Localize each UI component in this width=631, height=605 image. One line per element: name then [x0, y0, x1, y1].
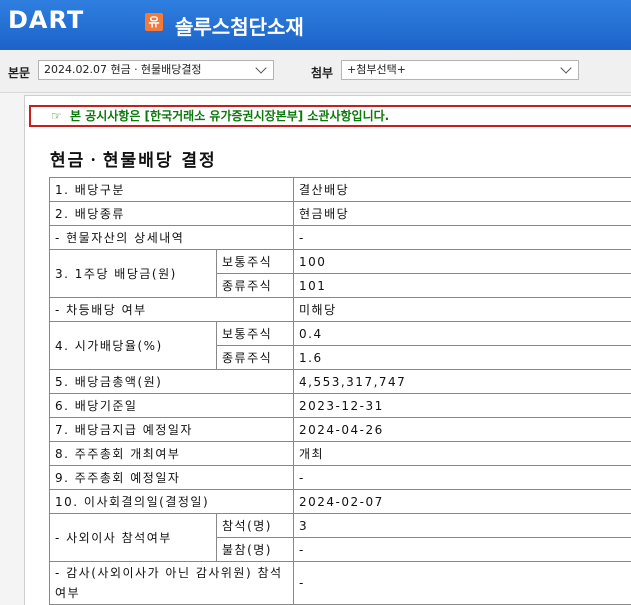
body-select-value: 2024.02.07 현금ㆍ현물배당결정	[44, 63, 202, 76]
attach-label: 첨부	[311, 64, 333, 81]
row-value: 101	[294, 274, 631, 298]
table-row: 2. 배당종류 현금배당	[50, 202, 631, 226]
row-label: 1. 배당구분	[50, 178, 294, 202]
company-name: 솔루스첨단소재	[175, 11, 304, 40]
row-label: 4. 시가배당율(%)	[50, 322, 217, 370]
pointing-hand-icon: ☞	[51, 109, 62, 123]
table-row: 7. 배당금지급 예정일자 2024-04-26	[50, 418, 631, 442]
market-badge: 유	[145, 13, 163, 31]
row-sublabel: 종류주식	[217, 274, 294, 298]
row-value: 0.4	[294, 322, 631, 346]
row-sublabel: 불참(명)	[217, 538, 294, 562]
table-row: 5. 배당금총액(원) 4,553,317,747	[50, 370, 631, 394]
row-value: 2024-02-07	[294, 490, 631, 514]
body-select[interactable]: 2024.02.07 현금ㆍ현물배당결정	[38, 60, 274, 80]
table-row: 6. 배당기준일 2023-12-31	[50, 394, 631, 418]
row-label: - 감사(사외이사가 아닌 감사위원) 참석여부	[50, 562, 294, 605]
dart-logo[interactable]: DART	[8, 6, 84, 34]
row-label: - 차등배당 여부	[50, 298, 294, 322]
row-value: 3	[294, 514, 631, 538]
row-sublabel: 보통주식	[217, 250, 294, 274]
row-label: - 현물자산의 상세내역	[50, 226, 294, 250]
row-sublabel: 보통주식	[217, 322, 294, 346]
app-header: DART 유 솔루스첨단소재	[0, 0, 631, 50]
attach-select[interactable]: +첨부선택+	[341, 60, 579, 80]
row-value: 1.6	[294, 346, 631, 370]
jurisdiction-notice: ☞ 본 공시사항은 [한국거래소 유가증권시장본부] 소관사항입니다.	[29, 105, 631, 127]
row-sublabel: 종류주식	[217, 346, 294, 370]
table-row: - 감사(사외이사가 아닌 감사위원) 참석여부 -	[50, 562, 631, 605]
table-row: 4. 시가배당율(%) 보통주식 0.4	[50, 322, 631, 346]
table-row: - 현물자산의 상세내역 -	[50, 226, 631, 250]
dividend-table: 1. 배당구분 결산배당 2. 배당종류 현금배당 - 현물자산의 상세내역 -…	[49, 177, 631, 605]
row-value: 2024-04-26	[294, 418, 631, 442]
table-row: 1. 배당구분 결산배당	[50, 178, 631, 202]
table-row: - 차등배당 여부 미해당	[50, 298, 631, 322]
table-row: 8. 주주총회 개최여부 개최	[50, 442, 631, 466]
row-value: -	[294, 466, 631, 490]
row-label: 3. 1주당 배당금(원)	[50, 250, 217, 298]
chevron-down-icon	[255, 62, 266, 73]
row-label: 7. 배당금지급 예정일자	[50, 418, 294, 442]
row-value: 2023-12-31	[294, 394, 631, 418]
row-value: 결산배당	[294, 178, 631, 202]
notice-text: 본 공시사항은 [한국거래소 유가증권시장본부] 소관사항입니다.	[70, 109, 389, 123]
chevron-down-icon	[560, 62, 571, 73]
row-sublabel: 참석(명)	[217, 514, 294, 538]
document-title: 현금ㆍ현물배당 결정	[50, 146, 217, 171]
row-label: 9. 주주총회 예정일자	[50, 466, 294, 490]
logo-text: DART	[8, 6, 84, 34]
attach-select-value: +첨부선택+	[347, 63, 406, 76]
row-value: -	[294, 538, 631, 562]
row-value: 개최	[294, 442, 631, 466]
row-label: 6. 배당기준일	[50, 394, 294, 418]
document-viewer[interactable]: ☞ 본 공시사항은 [한국거래소 유가증권시장본부] 소관사항입니다. 현금ㆍ현…	[24, 95, 631, 605]
row-value: 100	[294, 250, 631, 274]
document-toolbar: 본문 2024.02.07 현금ㆍ현물배당결정 첨부 +첨부선택+	[0, 50, 631, 93]
row-value: 현금배당	[294, 202, 631, 226]
row-label: - 사외이사 참석여부	[50, 514, 217, 562]
table-row: 10. 이사회결의일(결정일) 2024-02-07	[50, 490, 631, 514]
table-row: - 사외이사 참석여부 참석(명) 3	[50, 514, 631, 538]
row-value: -	[294, 226, 631, 250]
body-label: 본문	[8, 64, 30, 81]
table-row: 9. 주주총회 예정일자 -	[50, 466, 631, 490]
row-label: 2. 배당종류	[50, 202, 294, 226]
row-label: 10. 이사회결의일(결정일)	[50, 490, 294, 514]
row-value: 4,553,317,747	[294, 370, 631, 394]
row-label: 8. 주주총회 개최여부	[50, 442, 294, 466]
table-row: 3. 1주당 배당금(원) 보통주식 100	[50, 250, 631, 274]
row-value: -	[294, 562, 631, 605]
row-label: 5. 배당금총액(원)	[50, 370, 294, 394]
row-value: 미해당	[294, 298, 631, 322]
